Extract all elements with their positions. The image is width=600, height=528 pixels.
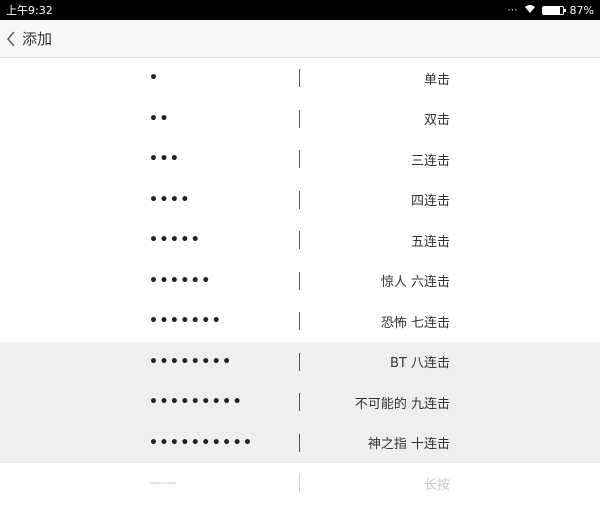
divider (299, 271, 300, 290)
list-item-label: 神之指 十连击 (367, 437, 450, 453)
list-item[interactable]: • 单击 (0, 58, 600, 99)
list-item-label: 恐怖 七连击 (380, 315, 450, 331)
tap-pattern-list: • 单击 •• 双击 ••• 三连击 •••• 四连击 ••••• 五连击 •••••• 惊人 六连击… (0, 58, 600, 504)
tap-pattern: • (149, 70, 160, 87)
list-item[interactable]: —— 长按 (0, 463, 600, 504)
list-item[interactable]: ••••• 五连击 (0, 220, 600, 261)
battery-icon (541, 5, 566, 15)
battery-percent: 87% (569, 3, 594, 17)
list-item-label: 惊人 六连击 (380, 275, 450, 291)
list-item[interactable]: •••••• 惊人 六连击 (0, 261, 600, 302)
list-item-label: 单击 (423, 72, 450, 88)
signal-icon: ⋯ (507, 4, 518, 16)
status-icons: ⋯ 87% (508, 4, 594, 17)
tap-pattern: ••••••••• (149, 394, 244, 411)
list-item[interactable]: ••• 三连击 (0, 139, 600, 180)
list-item-label: 双击 (423, 113, 450, 129)
tap-pattern: •••• (149, 191, 191, 208)
list-item-label: 不可能的 九连击 (354, 396, 450, 412)
tap-pattern: ••••• (149, 232, 202, 249)
list-item-label: BT 八连击 (390, 356, 450, 372)
divider (299, 433, 300, 452)
divider (299, 393, 300, 411)
back-label: 添加 (22, 30, 53, 48)
divider (299, 190, 300, 209)
tap-pattern: ••••••• (149, 313, 223, 330)
divider (299, 474, 300, 492)
list-item-label: 三连击 (410, 153, 450, 169)
list-item[interactable]: •• 双击 (0, 99, 600, 140)
list-item[interactable]: ••••••••• 不可能的 九连击 (0, 382, 600, 423)
tap-pattern: •••••••• (149, 353, 233, 370)
divider (299, 352, 300, 371)
list-item[interactable]: •••••••••• 神之指 十连击 (0, 422, 600, 463)
list-item[interactable]: ••••••• 恐怖 七连击 (0, 301, 600, 342)
chevron-left-icon (6, 30, 16, 47)
header-bar: 添加 (0, 20, 600, 58)
divider (299, 109, 300, 128)
list-item-label: 四连击 (410, 194, 450, 210)
tap-pattern: •••••••••• (149, 434, 254, 451)
wifi-icon (524, 4, 536, 17)
back-button[interactable]: 添加 (6, 28, 52, 49)
divider (299, 231, 300, 249)
status-time: 上午9:32 (6, 4, 53, 17)
divider (299, 150, 300, 168)
divider (299, 312, 300, 330)
tap-pattern: ••• (149, 151, 181, 168)
list-item-label: 五连击 (410, 234, 450, 250)
divider (299, 69, 300, 87)
status-bar: 上午9:32 ⋯ 87% (0, 0, 600, 20)
list-item[interactable]: •••• 四连击 (0, 180, 600, 221)
list-item-label: 长按 (423, 477, 450, 493)
tap-pattern: •• (149, 110, 170, 127)
tap-pattern: —— (149, 475, 177, 492)
list-item[interactable]: •••••••• BT 八连击 (0, 341, 600, 382)
tap-pattern: •••••• (149, 272, 212, 289)
